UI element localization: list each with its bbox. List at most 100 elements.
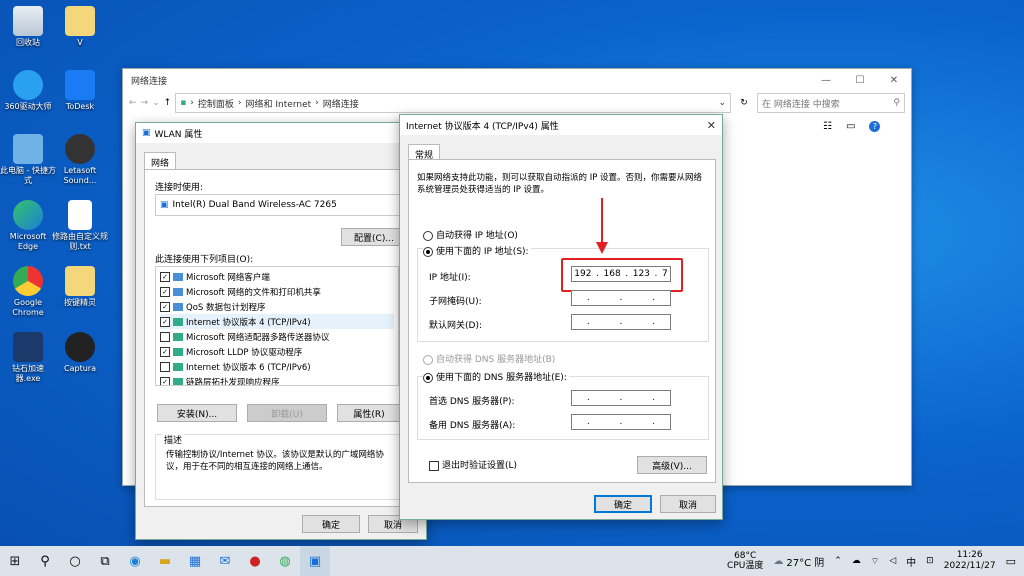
notification-icon[interactable]: ▭ <box>1006 555 1016 568</box>
desktop-icon-txt[interactable]: 修路由自定义规则.txt <box>52 200 108 252</box>
minimize-icon[interactable]: — <box>809 75 843 86</box>
chevron-up-icon[interactable]: ⌃ <box>834 556 842 566</box>
preferred-dns-field[interactable]: ... <box>571 390 671 406</box>
start-icon[interactable]: ⊞ <box>0 546 30 576</box>
desktop-icon-captura[interactable]: Captura <box>52 332 108 374</box>
wlan-panel: 连接时使用: ▣ Intel(R) Dual Band Wireless-AC … <box>144 169 418 507</box>
checkbox[interactable]: ✓ <box>160 286 170 297</box>
desktop-icon-accelerator[interactable]: 钻石加速器.exe <box>0 332 56 384</box>
desktop-icon-chrome[interactable]: Google Chrome <box>0 266 56 318</box>
up-icon[interactable]: ↑ <box>164 98 172 108</box>
desktop-icon-edge[interactable]: Microsoft Edge <box>0 200 56 252</box>
advanced-button[interactable]: 高级(V)... <box>637 456 707 474</box>
breadcrumb-control-panel[interactable]: 控制面板 <box>198 97 234 110</box>
cloud-icon: ☁ <box>773 555 784 567</box>
maximize-icon[interactable]: ☐ <box>843 75 877 86</box>
cpu-temp[interactable]: 68°C CPU温度 <box>727 551 763 571</box>
network-tray-icon[interactable]: ⌔ <box>871 556 879 567</box>
list-item[interactable]: ✓ Microsoft 网络客户端 <box>160 269 394 284</box>
forward-icon[interactable]: → <box>141 98 149 108</box>
dns2-label: 备用 DNS 服务器(A): <box>429 421 516 431</box>
checkbox[interactable] <box>160 361 170 372</box>
captura-icon <box>65 332 95 362</box>
alternate-dns-field[interactable]: ... <box>571 414 671 430</box>
subnet-mask-field[interactable]: ... <box>571 290 671 306</box>
checkbox[interactable]: ✓ <box>160 316 170 327</box>
qos-icon <box>173 302 183 311</box>
breadcrumb-network-internet[interactable]: 网络和 Internet <box>246 97 312 110</box>
list-item[interactable]: ✓ Internet 协议版本 4 (TCP/IPv4) <box>160 314 394 329</box>
validate-checkbox[interactable]: 退出时验证设置(L) <box>429 458 517 471</box>
list-item[interactable]: Internet 协议版本 6 (TCP/IPv6) <box>160 359 394 374</box>
refresh-button[interactable]: ↻ <box>735 98 753 108</box>
view-toolbar: ☷ ▭ ? <box>823 121 881 132</box>
cloud-tray-icon[interactable]: ☁ <box>852 556 861 566</box>
mail-icon[interactable]: ✉ <box>210 546 240 576</box>
items-label: 此连接使用下列项目(O): <box>155 255 254 265</box>
address-bar[interactable]: ▪ › 控制面板 › 网络和 Internet › 网络连接 ⌄ <box>175 93 731 113</box>
ipv4-ok-button[interactable]: 确定 <box>594 495 652 513</box>
connect-using-label: 连接时使用: <box>155 183 204 193</box>
ipv4-cancel-button[interactable]: 取消 <box>660 495 716 513</box>
breadcrumb-network-connections[interactable]: 网络连接 <box>323 97 359 110</box>
view-options-icon[interactable]: ☷ <box>823 121 832 132</box>
network-window-taskbar-icon[interactable]: ▣ <box>300 546 330 576</box>
desktop-icon-todesk[interactable]: ToDesk <box>52 70 108 112</box>
list-item[interactable]: ✓ Microsoft 网络的文件和打印机共享 <box>160 284 394 299</box>
address-dropdown-icon[interactable]: ⌄ <box>718 98 726 108</box>
close-icon[interactable]: ✕ <box>877 75 911 86</box>
manual-dns-radio[interactable]: 使用下面的 DNS 服务器地址(E): <box>423 370 569 383</box>
uninstall-button[interactable]: 卸载(U) <box>247 404 327 422</box>
checkbox[interactable] <box>160 331 170 342</box>
volume-icon[interactable]: ◁ <box>889 556 896 566</box>
wlan-ok-button[interactable]: 确定 <box>302 515 360 533</box>
install-button[interactable]: 安装(N)... <box>157 404 237 422</box>
ime-indicator[interactable]: 中 <box>906 554 916 569</box>
protocol-icon <box>173 317 183 326</box>
checkbox[interactable]: ✓ <box>160 301 170 312</box>
list-item[interactable]: ✓ QoS 数据包计划程序 <box>160 299 394 314</box>
auto-dns-radio[interactable]: 自动获得 DNS 服务器地址(B) <box>423 352 555 365</box>
todesk-icon <box>65 70 95 100</box>
chevron-down-icon[interactable]: ⌄ <box>152 98 160 108</box>
list-item[interactable]: ✓ Microsoft LLDP 协议驱动程序 <box>160 344 394 359</box>
close-icon[interactable]: ✕ <box>707 119 716 132</box>
task-view-icon[interactable]: ⧉ <box>90 546 120 576</box>
ipv4-title: Internet 协议版本 4 (TCP/IPv4) 属性 <box>406 121 559 132</box>
auto-ip-radio[interactable]: 自动获得 IP 地址(O) <box>423 228 518 241</box>
wlan-titlebar: ▣ WLAN 属性 <box>136 123 426 143</box>
desktop-icon-folder-v[interactable]: V <box>52 6 108 48</box>
app-red-icon[interactable]: ● <box>240 546 270 576</box>
description-text: 传输控制协议/Internet 协议。该协议是默认的广域网络协议，用于在不同的相… <box>166 450 384 472</box>
ime-options-icon[interactable]: ⊡ <box>926 556 934 566</box>
cortana-icon[interactable]: ○ <box>60 546 90 576</box>
clock[interactable]: 11:26 2022/11/27 <box>944 550 996 572</box>
desktop-icon-this-pc[interactable]: 此电脑 - 快捷方式 <box>0 134 56 186</box>
search-input[interactable]: 在 网络连接 中搜索 ⚲ <box>757 93 905 113</box>
desktop-icon-360[interactable]: 360驱动大师 <box>0 70 56 112</box>
back-icon[interactable]: ← <box>129 98 137 108</box>
desktop-icon-letasoft[interactable]: Letasoft Sound... <box>52 134 108 186</box>
list-item[interactable]: Microsoft 网络适配器多路传送器协议 <box>160 329 394 344</box>
help-icon[interactable]: ? <box>869 121 881 132</box>
folder-icon <box>65 6 95 36</box>
desktop-icon-anjian[interactable]: 按键精灵 <box>52 266 108 308</box>
mask-label: 子网掩码(U): <box>429 297 482 307</box>
preview-pane-icon[interactable]: ▭ <box>846 121 855 132</box>
checkbox[interactable]: ✓ <box>160 271 170 282</box>
weather[interactable]: ☁ 27°C 阴 <box>773 554 824 569</box>
list-item[interactable]: ✓ 链路层拓扑发现响应程序 <box>160 374 394 385</box>
edge-taskbar-icon[interactable]: ◉ <box>120 546 150 576</box>
chrome-taskbar-icon[interactable]: ◍ <box>270 546 300 576</box>
checkbox[interactable]: ✓ <box>160 376 170 385</box>
file-explorer-icon[interactable]: ▬ <box>150 546 180 576</box>
desktop-icon-recycle-bin[interactable]: 回收站 <box>0 6 56 48</box>
properties-button[interactable]: 属性(R) <box>337 404 401 422</box>
configure-button[interactable]: 配置(C)... <box>341 228 407 246</box>
manual-ip-radio[interactable]: 使用下面的 IP 地址(S): <box>423 244 531 257</box>
store-icon[interactable]: ▦ <box>180 546 210 576</box>
gateway-field[interactable]: ... <box>571 314 671 330</box>
checkbox[interactable]: ✓ <box>160 346 170 357</box>
search-icon[interactable]: ⚲ <box>30 546 60 576</box>
description-label: 描述 <box>162 433 185 446</box>
